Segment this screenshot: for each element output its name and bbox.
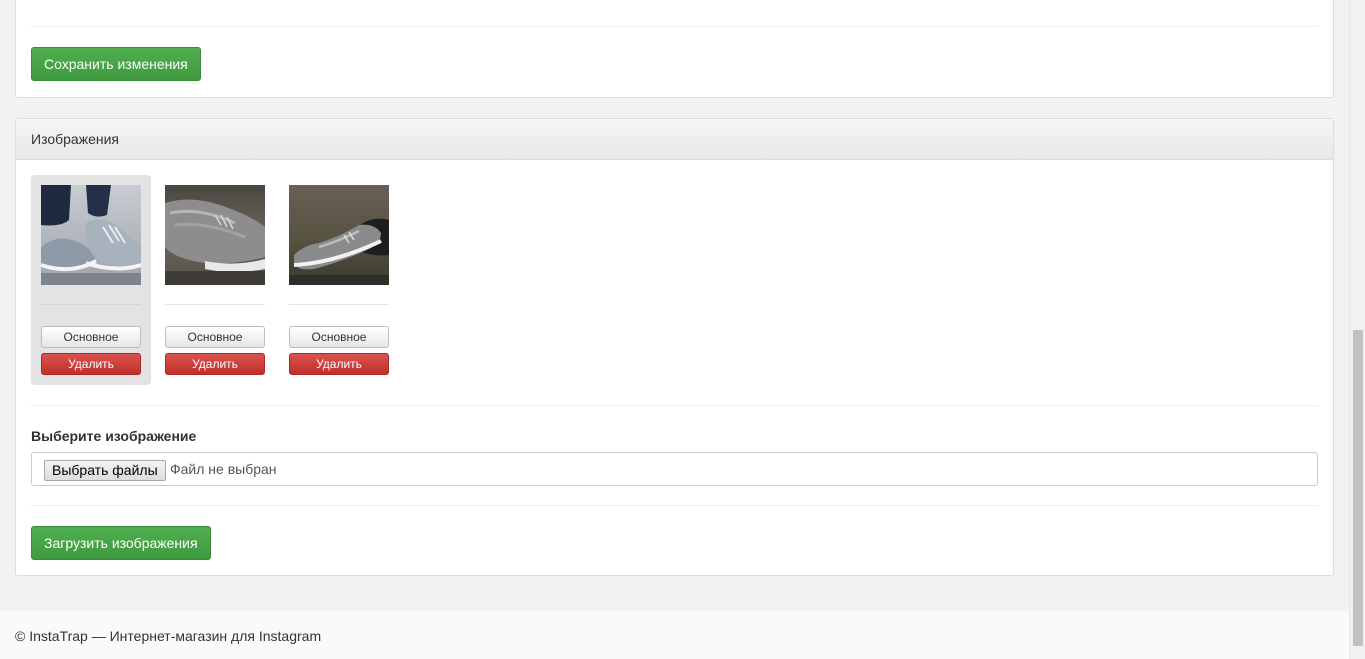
sneaker-on-foot-photo[interactable]	[41, 185, 141, 285]
image-card: Основное Удалить	[31, 175, 151, 385]
image-card: Основное Удалить	[155, 175, 275, 385]
file-input-label: Выберите изображение	[31, 428, 197, 444]
images-panel: Изображения Основное Удалить Основное Уд…	[15, 118, 1334, 576]
delete-image-button[interactable]: Удалить	[165, 353, 265, 375]
divider	[31, 405, 1318, 406]
divider	[31, 26, 1318, 27]
upload-images-button[interactable]: Загрузить изображения	[31, 526, 211, 560]
divider	[31, 505, 1318, 506]
panel-title: Изображения	[16, 119, 1333, 160]
sneaker-side-photo[interactable]	[289, 185, 389, 285]
image-card: Основное Удалить	[279, 175, 399, 385]
footer: © InstaTrap — Интернет-магазин для Insta…	[0, 611, 1349, 659]
delete-image-button[interactable]: Удалить	[41, 353, 141, 375]
settings-panel: Сохранить изменения	[15, 0, 1334, 98]
scrollbar-thumb[interactable]	[1353, 330, 1363, 646]
divider	[289, 304, 389, 305]
divider	[165, 304, 265, 305]
divider	[41, 304, 141, 305]
set-main-button[interactable]: Основное	[41, 326, 141, 348]
file-input[interactable]: Выбрать файлы Файл не выбран	[31, 452, 1318, 486]
choose-files-button[interactable]: Выбрать файлы	[44, 460, 166, 481]
save-changes-button[interactable]: Сохранить изменения	[31, 47, 201, 81]
set-main-button[interactable]: Основное	[289, 326, 389, 348]
delete-image-button[interactable]: Удалить	[289, 353, 389, 375]
file-status-text: Файл не выбран	[170, 461, 277, 477]
footer-copyright: © InstaTrap — Интернет-магазин для Insta…	[15, 628, 322, 644]
vertical-scrollbar[interactable]	[1349, 0, 1365, 659]
sneaker-on-ground-photo[interactable]	[165, 185, 265, 285]
set-main-button[interactable]: Основное	[165, 326, 265, 348]
